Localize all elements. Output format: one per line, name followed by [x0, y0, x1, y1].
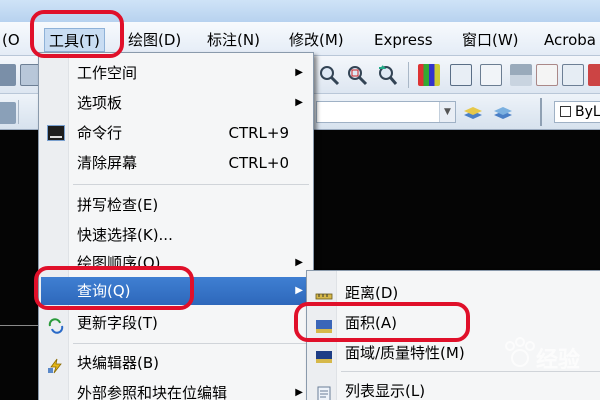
- submenu-arrow-icon: ▶: [295, 257, 303, 268]
- highlight-ring-inquiry: [34, 266, 194, 310]
- color-combo-text: ByL: [575, 104, 600, 120]
- tool-icon[interactable]: [0, 64, 16, 86]
- submenu-arrow-icon: ▶: [295, 387, 303, 398]
- make-layer-current-icon[interactable]: [462, 101, 484, 123]
- color-swatch: [560, 106, 571, 117]
- layer-previous-icon[interactable]: [492, 101, 514, 123]
- menu-item-workspaces[interactable]: 工作空间 ▶: [41, 59, 311, 87]
- tools-menu: 工作空间 ▶ 选项板 ▶ 命令行 CTRL+9 清除屏幕 CTRL+0 拼写检查…: [38, 52, 314, 400]
- list-icon: [315, 383, 333, 400]
- menu-item-command-line[interactable]: 命令行 CTRL+9: [41, 119, 311, 147]
- menu-item-label: 面域/质量特性(M): [345, 344, 465, 362]
- menu-item-shortcut: CTRL+0: [228, 154, 289, 172]
- region-mass-properties-icon: [315, 345, 333, 363]
- zoom-window-icon[interactable]: [346, 64, 368, 86]
- menu-item-palettes[interactable]: 选项板 ▶: [41, 89, 311, 117]
- layer-combo[interactable]: ▼: [316, 101, 456, 123]
- watermark-text: 经验: [536, 348, 581, 373]
- submenu-arrow-icon: ▶: [295, 67, 303, 78]
- menu-dimension[interactable]: 标注(N): [203, 28, 264, 52]
- menu-item-update-fields[interactable]: 更新字段(T): [41, 309, 311, 337]
- menu-item-label: 工作空间: [77, 64, 138, 82]
- chevron-down-icon[interactable]: ▼: [439, 102, 455, 122]
- menu-item-block-editor[interactable]: 块编辑器(B): [41, 349, 311, 377]
- menu-acrobat[interactable]: Acroba: [540, 28, 600, 52]
- menu-item-label: 外部参照和块在位编辑: [77, 384, 228, 400]
- menu-item-shortcut: CTRL+9: [228, 124, 289, 142]
- distance-icon: [315, 285, 333, 301]
- menu-item-spelling[interactable]: 拼写检查(E): [41, 191, 311, 219]
- menu-item-label: 拼写检查(E): [77, 196, 159, 214]
- zoom-previous-icon[interactable]: [376, 64, 398, 86]
- menu-item-label: 更新字段(T): [77, 314, 158, 332]
- block-editor-icon: [47, 355, 65, 374]
- menu-item-quick-select[interactable]: 快速选择(K)...: [41, 221, 311, 249]
- menu-item-label: 选项板: [77, 94, 123, 112]
- help-icon[interactable]: [588, 64, 600, 86]
- menu-item-label: 列表显示(L): [345, 382, 426, 400]
- menu-modify[interactable]: 修改(M): [285, 28, 348, 52]
- menu-item-label: 块编辑器(B): [77, 354, 159, 372]
- zoom-realtime-icon[interactable]: [318, 64, 340, 86]
- color-combo[interactable]: ByL: [554, 101, 600, 123]
- markup-icon[interactable]: [536, 64, 558, 86]
- update-fields-icon: [47, 315, 65, 334]
- menu-item-label: 命令行: [77, 124, 123, 142]
- menu-express[interactable]: Express: [370, 28, 437, 52]
- highlight-ring-area: [294, 302, 470, 342]
- command-line-icon: [47, 125, 65, 141]
- menu-item-clean-screen[interactable]: 清除屏幕 CTRL+0: [41, 149, 311, 177]
- menu-item-label: 快速选择(K)...: [77, 226, 173, 244]
- menu-item-xref-inplace-edit[interactable]: 外部参照和块在位编辑 ▶: [41, 379, 311, 400]
- sheet-set-icon[interactable]: [510, 64, 532, 86]
- properties-icon[interactable]: [418, 64, 440, 86]
- tool-palettes-icon[interactable]: [480, 64, 502, 86]
- design-center-icon[interactable]: [450, 64, 472, 86]
- watermark: 经验: [500, 334, 600, 400]
- highlight-ring-tools-menu: [30, 10, 124, 58]
- submenu-arrow-icon: ▶: [295, 97, 303, 108]
- menu-draw[interactable]: 绘图(D): [124, 28, 185, 52]
- layer-manager-icon[interactable]: [0, 102, 16, 124]
- menu-format[interactable]: (O: [0, 28, 24, 52]
- submenu-arrow-icon: ▶: [295, 285, 303, 296]
- watermark-paw-icon: [505, 337, 535, 367]
- menu-window[interactable]: 窗口(W): [458, 28, 523, 52]
- calculator-icon[interactable]: [562, 64, 584, 86]
- menu-item-label: 清除屏幕: [77, 154, 138, 172]
